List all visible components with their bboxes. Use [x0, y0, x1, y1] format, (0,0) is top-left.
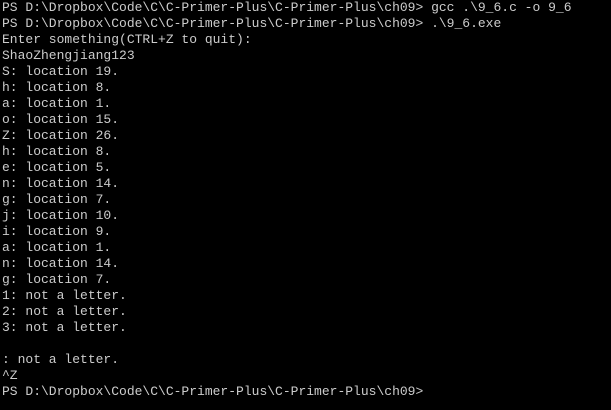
terminal-window[interactable]: PS D:\Dropbox\Code\C\C-Primer-Plus\C-Pri…: [0, 0, 611, 410]
prompt-line[interactable]: PS D:\Dropbox\Code\C\C-Primer-Plus\C-Pri…: [2, 384, 611, 400]
output-line: h: location 8.: [2, 144, 112, 159]
prompt-line: PS D:\Dropbox\Code\C\C-Primer-Plus\C-Pri…: [2, 16, 502, 31]
output-line: 1: not a letter.: [2, 288, 127, 303]
output-line: : not a letter.: [2, 352, 120, 367]
output-line: n: location 14.: [2, 256, 120, 271]
output-line: n: location 14.: [2, 176, 120, 191]
output-line: Enter something(CTRL+Z to quit):: [2, 32, 252, 47]
input-line: ShaoZhengjiang123: [2, 48, 135, 63]
output-line: i: location 9.: [2, 224, 112, 239]
output-line: g: location 7.: [2, 192, 112, 207]
output-line: Z: location 26.: [2, 128, 120, 143]
output-line: j: location 10.: [2, 208, 120, 223]
output-line: h: location 8.: [2, 80, 112, 95]
output-line: 3: not a letter.: [2, 320, 127, 335]
output-line: 2: not a letter.: [2, 304, 127, 319]
output-line: g: location 7.: [2, 272, 112, 287]
output-line: o: location 15.: [2, 112, 120, 127]
output-line: e: location 5.: [2, 160, 112, 175]
output-line: S: location 19.: [2, 64, 120, 79]
output-line: a: location 1.: [2, 96, 112, 111]
prompt-line: PS D:\Dropbox\Code\C\C-Primer-Plus\C-Pri…: [2, 0, 572, 15]
output-line: a: location 1.: [2, 240, 112, 255]
eof-marker: ^Z: [2, 368, 18, 383]
